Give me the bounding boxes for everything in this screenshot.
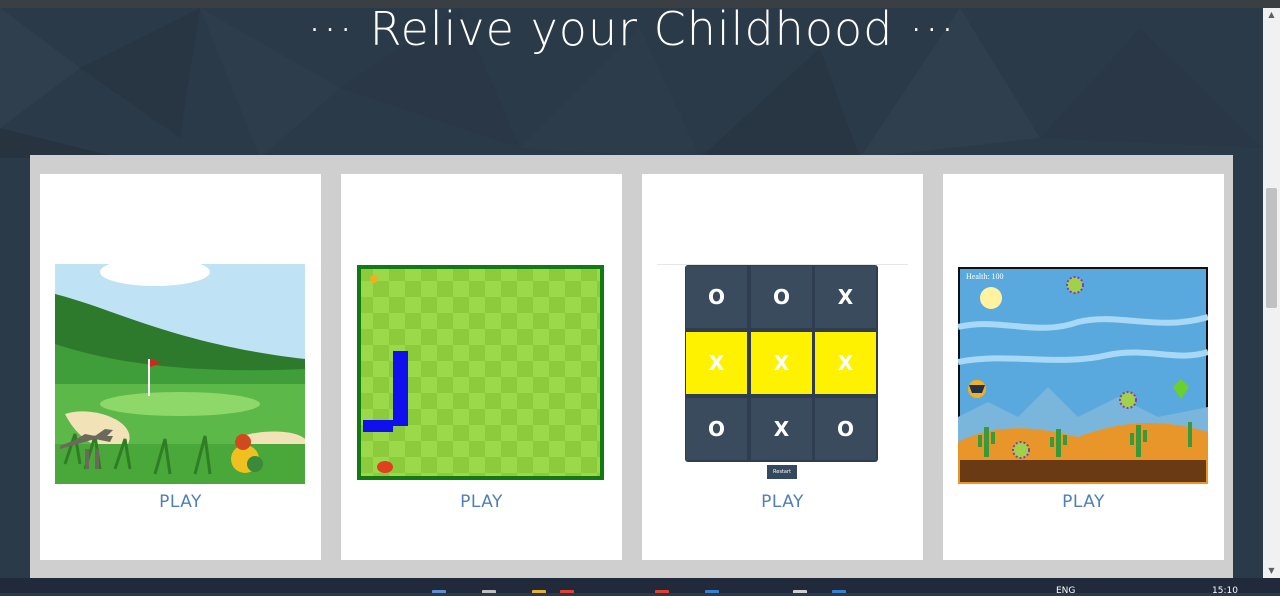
play-link-snake[interactable]: PLAY <box>341 492 622 512</box>
language-indicator[interactable]: ENG <box>1056 586 1075 596</box>
ttt-cell-2[interactable]: O <box>751 266 812 328</box>
ttt-cell-9[interactable]: O <box>815 398 876 460</box>
game-card-dino-runner: Health: 100 PLAY <box>943 174 1224 560</box>
sun-icon <box>980 287 1002 309</box>
clock[interactable]: 15:10 <box>1212 586 1238 596</box>
wolverine-head-icon <box>968 380 986 398</box>
play-link-tic-tac-toe[interactable]: PLAY <box>642 492 923 512</box>
ttt-cell-6[interactable]: X <box>815 332 876 394</box>
health-text: Health: 100 <box>966 272 1004 281</box>
ttt-cell-3[interactable]: X <box>815 266 876 328</box>
ttt-cell-5[interactable]: X <box>751 332 812 394</box>
game-card-tic-tac-toe: O O X X X X O X O Restart PLAY <box>642 174 923 560</box>
os-taskbar: ENG 15:10 <box>0 578 1280 596</box>
vertical-scrollbar[interactable]: ▲ ▼ <box>1263 8 1280 578</box>
ttt-cell-4[interactable]: X <box>686 332 747 394</box>
snake-game-thumbnail[interactable] <box>357 265 604 480</box>
trophy-icon <box>370 275 378 283</box>
play-link-dino-runner[interactable]: PLAY <box>943 492 1224 512</box>
game-card-snake: PLAY <box>341 174 622 560</box>
ttt-cell-7[interactable]: O <box>686 398 747 460</box>
scroll-up-arrow-icon[interactable]: ▲ <box>1263 8 1280 22</box>
dino-runner-game-thumbnail[interactable]: Health: 100 <box>958 267 1208 484</box>
golf-game-thumbnail[interactable] <box>55 264 305 484</box>
ttt-cell-8[interactable]: X <box>751 398 812 460</box>
game-card-golf: PLAY <box>40 174 321 560</box>
tic-tac-toe-board: O O X X X X O X O <box>685 265 878 462</box>
games-panel: PLAY PLAY O O X X X X O X O Restart PLAY… <box>30 155 1233 585</box>
scroll-down-arrow-icon[interactable]: ▼ <box>1263 564 1280 578</box>
ttt-cell-1[interactable]: O <box>686 266 747 328</box>
apple-icon <box>377 461 393 473</box>
page-title: ··· Relive your Childhood ··· <box>307 2 956 56</box>
scrollbar-thumb[interactable] <box>1266 188 1277 308</box>
restart-button[interactable]: Restart <box>767 465 797 479</box>
play-link-golf[interactable]: PLAY <box>40 492 321 512</box>
